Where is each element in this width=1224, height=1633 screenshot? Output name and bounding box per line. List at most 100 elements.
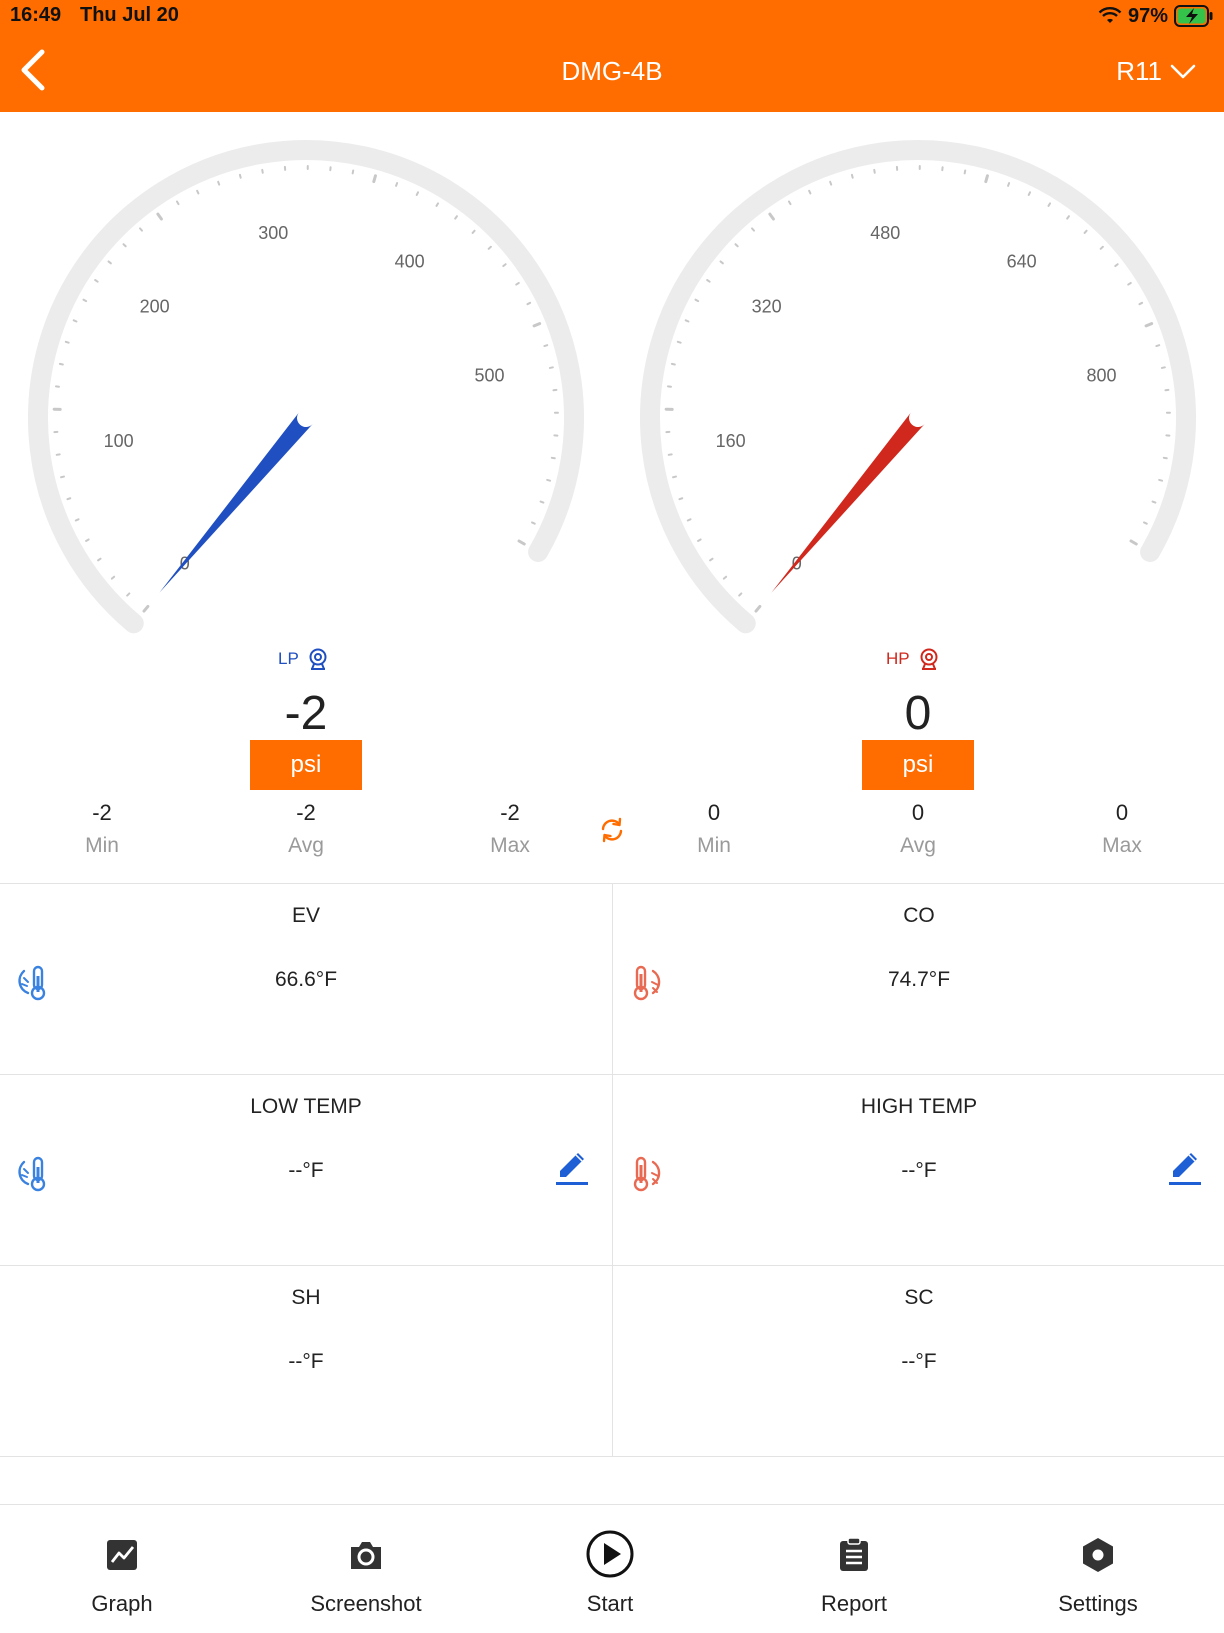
lp-gauge-tick xyxy=(473,231,475,233)
co-value: 74.7°F xyxy=(613,968,1224,992)
lp-stat-avg: -2 Avg xyxy=(236,800,376,858)
tab-graph[interactable]: Graph xyxy=(0,1505,244,1633)
lp-gauge-tick-label: 100 xyxy=(104,431,134,451)
refrigerant-selector[interactable]: R11 xyxy=(1116,56,1196,87)
hp-gauge-tick xyxy=(1115,264,1117,266)
hp-gauge-tick xyxy=(736,244,738,246)
sh-title: SH xyxy=(0,1286,612,1310)
hp-max-label: Max xyxy=(1052,834,1192,858)
hp-gauge-tick xyxy=(852,175,853,178)
hp-gauge-tick-label: 160 xyxy=(716,431,746,451)
settings-hex-icon xyxy=(1078,1535,1118,1575)
lp-gauge-tick xyxy=(353,170,354,173)
hp-gauge-tick xyxy=(686,320,689,321)
edit-low-temp-button[interactable] xyxy=(552,1149,592,1189)
hp-gauge-tick xyxy=(1008,183,1009,186)
clipboard-icon xyxy=(834,1535,874,1575)
high-temp-cell: HIGH TEMP --°F xyxy=(612,1075,1224,1265)
graph-icon xyxy=(102,1535,142,1575)
lp-gauge-tick xyxy=(95,280,98,282)
sensor-probe-icon xyxy=(307,648,329,670)
hp-gauge-tick xyxy=(1139,303,1142,304)
lp-gauge-tick xyxy=(112,577,114,579)
lp-gauge-tick xyxy=(144,606,148,611)
chevron-down-icon xyxy=(1170,63,1196,81)
hp-gauge-tick xyxy=(1159,480,1162,481)
low-temp-title: LOW TEMP xyxy=(0,1095,612,1119)
measurement-grid: EV 66.6°F CO 74.7°F LOW TEMP xyxy=(0,883,1224,1456)
lp-stat-min: -2 Min xyxy=(32,800,172,858)
lp-gauge-tick xyxy=(140,228,142,230)
tab-start[interactable]: Start xyxy=(488,1505,732,1633)
hp-gauge-tick xyxy=(1146,324,1152,326)
hp-gauge-tick xyxy=(1156,345,1159,346)
tab-screenshot-label: Screenshot xyxy=(244,1591,488,1617)
hp-gauge-tick xyxy=(965,170,966,173)
lp-gauge-tick xyxy=(74,320,77,321)
lp-reading: -2 xyxy=(206,686,406,741)
hp-gauge-tick xyxy=(1048,203,1050,206)
lp-gauge-tick xyxy=(109,261,111,263)
tab-settings[interactable]: Settings xyxy=(976,1505,1220,1633)
lp-stat-max: -2 Max xyxy=(440,800,580,858)
hp-unit-button[interactable]: psi xyxy=(862,740,974,790)
lp-label: LP xyxy=(278,649,299,669)
sh-cell: SH --°F xyxy=(0,1266,612,1456)
hp-gauge-tick xyxy=(986,176,988,182)
hp-stat-min: 0 Min xyxy=(644,800,784,858)
tab-start-label: Start xyxy=(488,1591,732,1617)
lp-max-value: -2 xyxy=(440,800,580,826)
hp-gauge-tick xyxy=(1029,192,1030,195)
page-title: DMG-4B xyxy=(0,56,1224,87)
hp-label-row: HP xyxy=(886,648,940,670)
hp-gauge-tick-label: 800 xyxy=(1087,365,1117,385)
tab-graph-label: Graph xyxy=(0,1591,244,1617)
reset-stats-button[interactable] xyxy=(598,816,626,844)
edit-high-temp-button[interactable] xyxy=(1165,1149,1205,1189)
hp-stat-avg: 0 Avg xyxy=(848,800,988,858)
grid-row-temperatures: EV 66.6°F CO 74.7°F xyxy=(0,883,1224,1074)
hp-gauge-tick xyxy=(698,539,701,540)
hp-gauge-tick xyxy=(1153,502,1156,503)
hp-gauge-tick-label: 480 xyxy=(870,223,900,243)
lp-gauge-tick xyxy=(67,498,70,499)
lp-gauge-tick xyxy=(541,502,544,503)
grid-divider xyxy=(0,1456,1224,1457)
hp-gauge-tick-label: 320 xyxy=(752,296,782,316)
hp-gauge-tick xyxy=(752,228,754,230)
hp-gauge-tick xyxy=(830,182,831,185)
lp-gauge-tick xyxy=(519,541,524,544)
lp-gauge-tick xyxy=(503,264,505,266)
co-cell: CO 74.7°F xyxy=(612,884,1224,1074)
hp-avg-value: 0 xyxy=(848,800,988,826)
lp-gauge-tick xyxy=(218,182,219,185)
tab-report[interactable]: Report xyxy=(732,1505,976,1633)
lp-gauge-tick xyxy=(158,214,162,219)
bottom-tab-bar: Graph Screenshot Start Report Settings xyxy=(0,1504,1224,1633)
lp-gauge-tick-label: 500 xyxy=(475,365,505,385)
lp-gauge-tick xyxy=(262,170,263,173)
hp-gauge-tick xyxy=(688,519,691,520)
high-temp-value: --°F xyxy=(613,1159,1224,1183)
hp-gauge-dial: 0160320480640800 xyxy=(618,118,1218,638)
hp-gauge-track xyxy=(650,150,1186,623)
play-icon xyxy=(585,1529,635,1579)
lp-unit-button[interactable]: psi xyxy=(250,740,362,790)
hp-gauge-tick xyxy=(721,261,723,263)
hp-gauge-tick xyxy=(673,477,676,478)
hp-gauge-tick xyxy=(770,214,774,219)
status-date: Thu Jul 20 xyxy=(80,4,179,27)
low-temp-cell: LOW TEMP --°F xyxy=(0,1075,612,1265)
grid-row-superheat: SH --°F SC --°F xyxy=(0,1265,1224,1456)
tab-screenshot[interactable]: Screenshot xyxy=(244,1505,488,1633)
lp-gauge-tick xyxy=(60,364,63,365)
lp-gauge-tick xyxy=(61,477,64,478)
tab-settings-label: Settings xyxy=(976,1591,1220,1617)
lp-gauge: 0100200300400500 xyxy=(6,118,606,638)
sensor-probe-icon xyxy=(918,648,940,670)
hp-gauge-tick xyxy=(756,606,760,611)
sc-title: SC xyxy=(613,1286,1224,1310)
lp-gauge-tick xyxy=(396,183,397,186)
hp-gauge-tick xyxy=(1144,522,1147,523)
lp-gauge-tick xyxy=(240,175,241,178)
